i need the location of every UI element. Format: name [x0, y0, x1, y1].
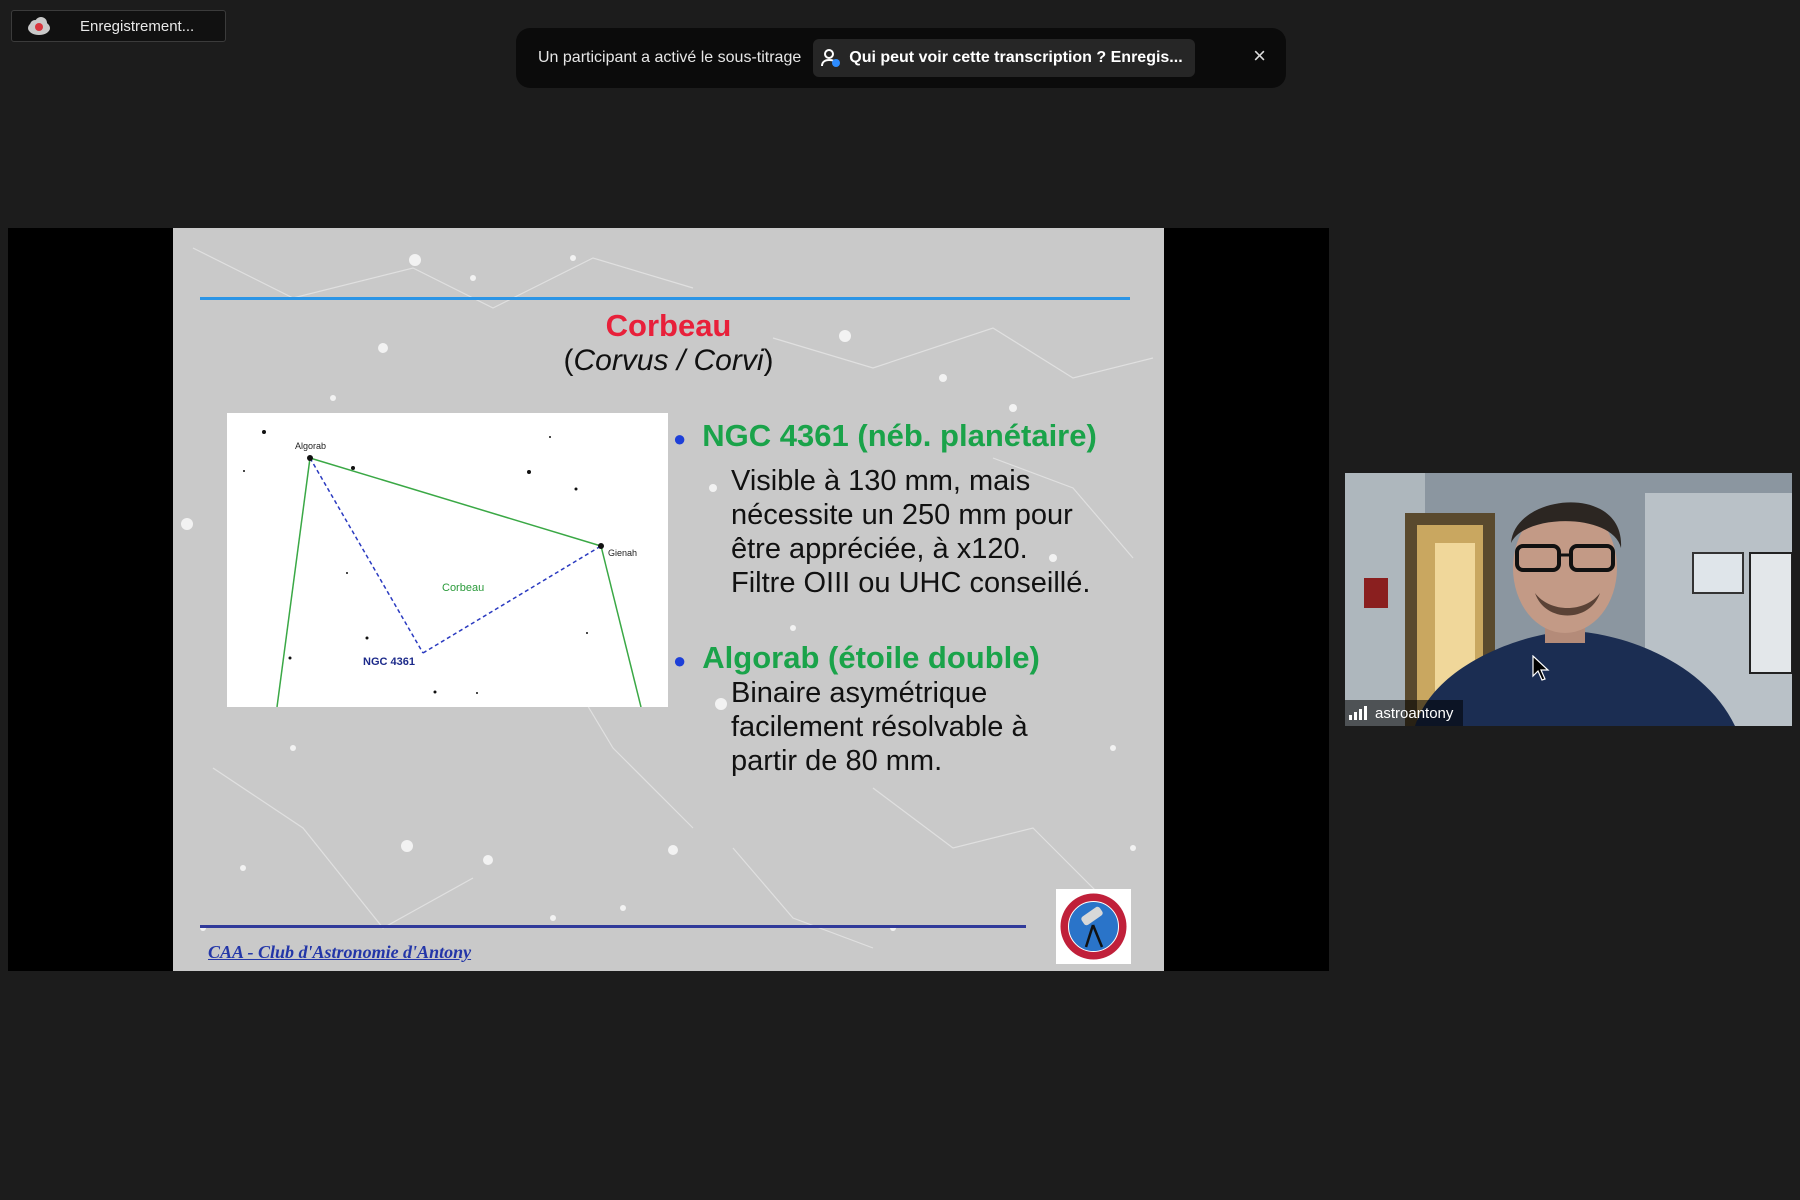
- top-rule: [200, 297, 1130, 300]
- transcript-visibility-label: Qui peut voir cette transcription ? Enre…: [849, 49, 1183, 66]
- recording-label: Enregistrement...: [80, 17, 195, 35]
- participant-video-tile[interactable]: astroantony: [1345, 473, 1792, 726]
- bullet-line: facilement résolvable à: [731, 711, 1028, 743]
- bullet-line: Visible à 130 mm, mais: [731, 465, 1031, 497]
- caption-notification-banner: Un participant a activé le sous-titrage …: [516, 28, 1286, 88]
- participant-name: astroantony: [1375, 704, 1454, 722]
- bullet-dot-icon: ●: [673, 648, 687, 673]
- bullet-line: Filtre OIII ou UHC conseillé.: [731, 567, 1091, 599]
- cloud-record-icon: [26, 16, 52, 36]
- signal-bars-icon: [1349, 706, 1367, 720]
- transcript-visibility-button[interactable]: Qui peut voir cette transcription ? Enre…: [813, 39, 1195, 77]
- participant-name-tag: astroantony: [1345, 700, 1464, 726]
- slide-title: Corbeau: [605, 308, 732, 343]
- presentation-slide: Corbeau (Corvus / Corvi) Algorab Gienah …: [173, 228, 1164, 971]
- star-label-gienah: Gienah: [608, 548, 637, 558]
- slide-subtitle: (Corvus / Corvi): [563, 344, 774, 377]
- constellation-chart: Algorab Gienah Corbeau NGC 4361: [227, 413, 668, 708]
- bullet-line: être appréciée, à x120.: [731, 533, 1028, 565]
- mouse-pointer-icon: [1532, 655, 1550, 681]
- bullet-heading: NGC 4361 (néb. planétaire): [702, 418, 1097, 453]
- caption-message: Un participant a activé le sous-titrage: [538, 49, 802, 66]
- participant-video-feed: [1345, 473, 1792, 726]
- slide-footer: CAA - Club d'Astronomie d'Antony: [208, 942, 472, 962]
- bullet-dot-icon: ●: [673, 426, 687, 451]
- close-icon[interactable]: ×: [1253, 43, 1266, 69]
- bullet-heading: Algorab (étoile double): [702, 640, 1040, 675]
- ngc-4361-label: NGC 4361: [363, 656, 415, 668]
- bullet-line: nécessite un 250 mm pour: [731, 499, 1073, 531]
- dashed-route: [309, 457, 602, 654]
- bullet-item: ● Algorab (étoile double) Binaire asymétr…: [673, 640, 1040, 778]
- bullet-line: Binaire asymétrique: [731, 677, 988, 709]
- star-label-algorab: Algorab: [295, 441, 326, 451]
- shared-screen: Corbeau (Corvus / Corvi) Algorab Gienah …: [8, 228, 1329, 971]
- bullet-line: partir de 80 mm.: [731, 745, 943, 777]
- club-logo-icon: [1056, 889, 1131, 964]
- constellation-name-label: Corbeau: [442, 582, 484, 594]
- bottom-rule: [200, 925, 1026, 928]
- person-icon: [821, 49, 841, 67]
- bullet-item: ● NGC 4361 (néb. planétaire) Visible à 13…: [673, 418, 1097, 600]
- recording-indicator[interactable]: Enregistrement...: [11, 10, 226, 42]
